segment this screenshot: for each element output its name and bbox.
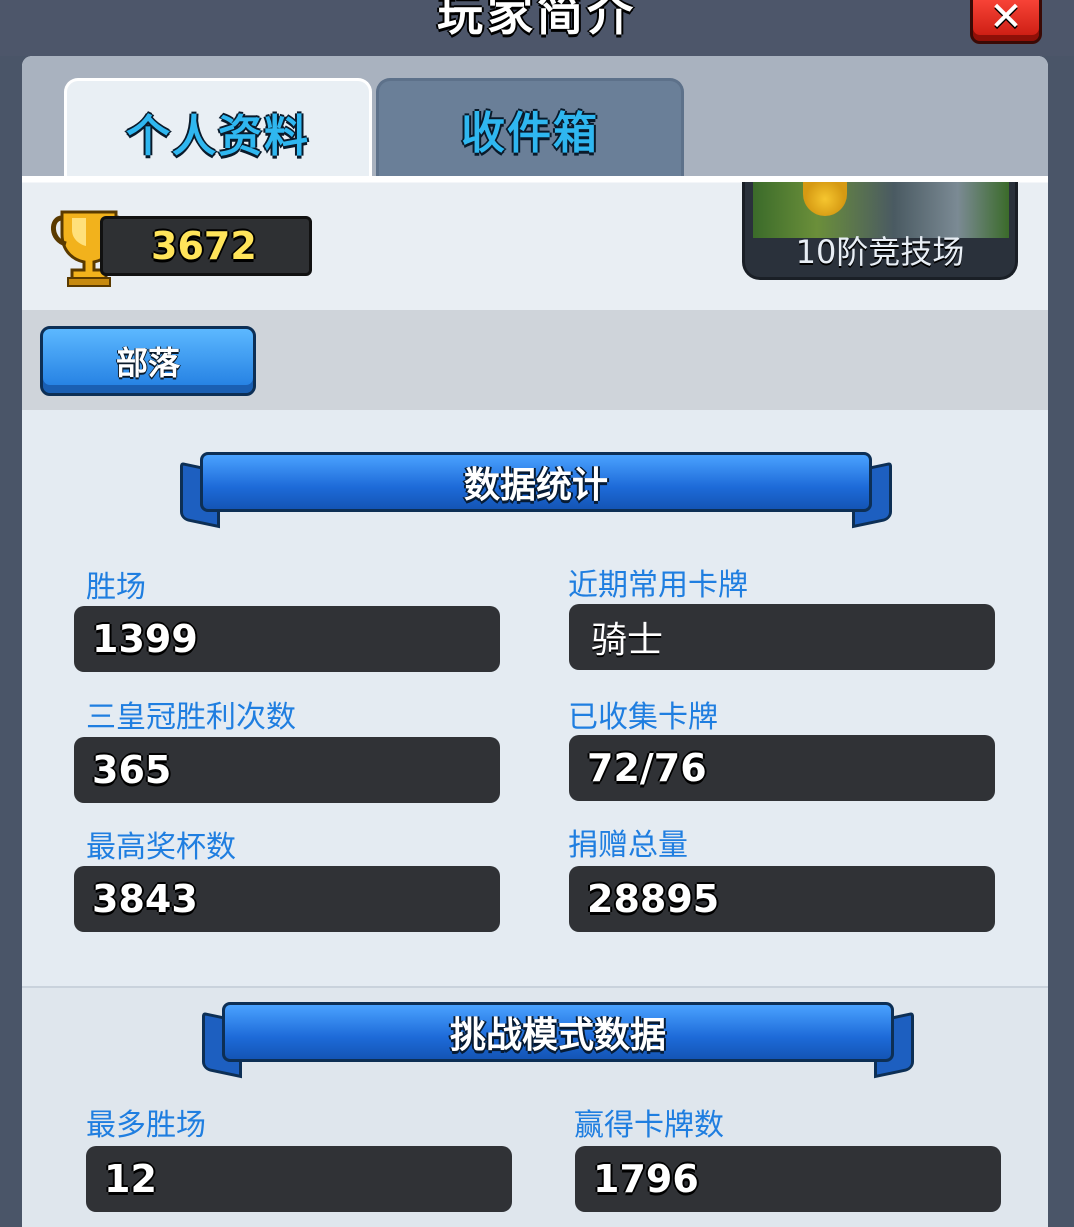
- stat-value-cards-won: 1796: [575, 1146, 1001, 1212]
- stat-label-cards-won: 赢得卡牌数: [574, 1108, 724, 1143]
- stat-value-max-wins: 12: [86, 1146, 512, 1212]
- stat-value-favorite-card: 骑士: [569, 604, 995, 670]
- close-button[interactable]: ✕: [970, 0, 1042, 44]
- stat-value-cards-found: 72/76: [569, 735, 995, 801]
- arena-badge[interactable]: 10阶竞技场: [742, 182, 1018, 280]
- stat-label-favorite-card: 近期常用卡牌: [568, 568, 748, 603]
- challenge-section: 挑战模式数据 最多胜场 12 赢得卡牌数 1796: [22, 986, 1048, 1227]
- tab-strip: 个人资料 收件箱: [22, 56, 1048, 182]
- stats-section: 数据统计 胜场 1399 近期常用卡牌 骑士 三皇冠胜利次数 365 已收集卡牌…: [22, 410, 1048, 986]
- title-bar: 玩家简介 ✕: [0, 0, 1074, 56]
- stat-value-highest-trophies: 3843: [74, 866, 500, 932]
- tab-inbox[interactable]: 收件箱: [376, 78, 684, 176]
- clan-button[interactable]: 部落: [40, 326, 256, 396]
- stat-label-max-wins: 最多胜场: [86, 1108, 206, 1143]
- trophy-count: 3672: [100, 216, 312, 276]
- stats-ribbon: 数据统计: [180, 452, 892, 529]
- stat-label-cards-found: 已收集卡牌: [568, 700, 718, 735]
- arena-crown-icon: [803, 182, 847, 216]
- stat-value-total-donations: 28895: [569, 866, 995, 932]
- close-icon: ✕: [989, 0, 1023, 40]
- stat-value-three-crown-wins: 365: [74, 737, 500, 803]
- tab-profile[interactable]: 个人资料: [64, 78, 372, 182]
- arena-label: 10阶竞技场: [795, 233, 965, 271]
- stat-label-three-crown-wins: 三皇冠胜利次数: [86, 700, 296, 735]
- challenge-ribbon: 挑战模式数据: [202, 1002, 914, 1079]
- stat-value-wins: 1399: [74, 606, 500, 672]
- stat-label-total-donations: 捐赠总量: [568, 828, 688, 863]
- profile-panel: 个人资料 收件箱 3672 10阶竞技场 部落 数据统计 胜场 1399 近期常…: [22, 56, 1048, 1227]
- stats-title: 数据统计: [200, 452, 872, 512]
- window-title: 玩家简介: [437, 0, 637, 41]
- stat-label-wins: 胜场: [86, 570, 146, 605]
- challenge-title: 挑战模式数据: [222, 1002, 894, 1062]
- stat-label-highest-trophies: 最高奖杯数: [86, 830, 236, 865]
